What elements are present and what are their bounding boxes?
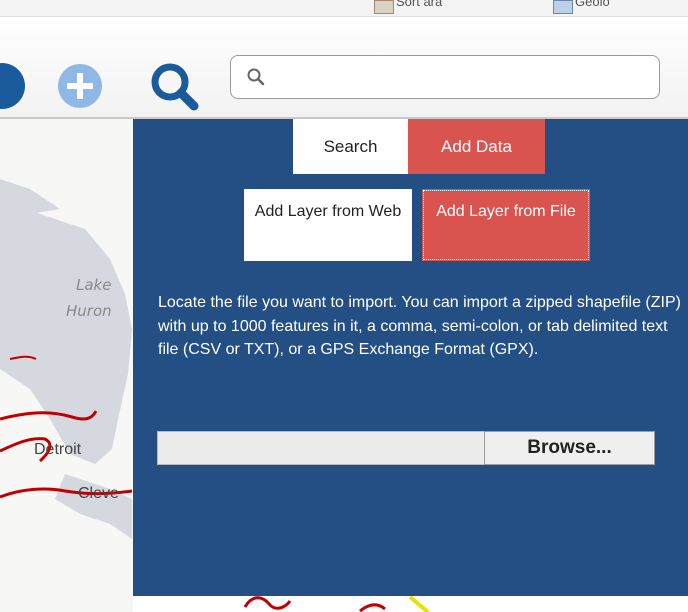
zoom-in-icon[interactable]	[54, 60, 106, 112]
map-toolbar	[0, 17, 688, 119]
search-icon[interactable]	[148, 60, 200, 112]
import-instructions: Locate the file you want to import. You …	[158, 294, 681, 358]
browse-button[interactable]: Browse...	[484, 431, 655, 465]
tab-add-data[interactable]: Add Data	[408, 119, 545, 174]
bookmark-label-partial[interactable]: Geolo	[575, 0, 610, 9]
lake-label: Huron	[66, 302, 112, 320]
add-data-panel: Search Add Data Add Layer from Web Add L…	[133, 119, 688, 596]
subtab-add-layer-from-file[interactable]: Add Layer from File	[422, 189, 590, 261]
tab-search[interactable]: Search	[293, 119, 408, 174]
search-input[interactable]	[230, 55, 660, 99]
bookmark-icon[interactable]	[374, 0, 394, 14]
browser-bookmarks-strip: Sort ara Geolo	[0, 0, 688, 17]
lake-label: Lake	[76, 276, 112, 294]
subtab-add-layer-from-web[interactable]: Add Layer from Web	[244, 189, 412, 261]
city-label-cleveland: Cleve	[78, 485, 119, 502]
city-label-detroit: Detroit	[34, 441, 82, 458]
bookmark-icon[interactable]	[553, 0, 573, 14]
file-path-field[interactable]	[157, 431, 485, 465]
bookmark-label-partial[interactable]: Sort ara	[396, 0, 442, 9]
zoom-out-icon[interactable]	[0, 60, 28, 112]
